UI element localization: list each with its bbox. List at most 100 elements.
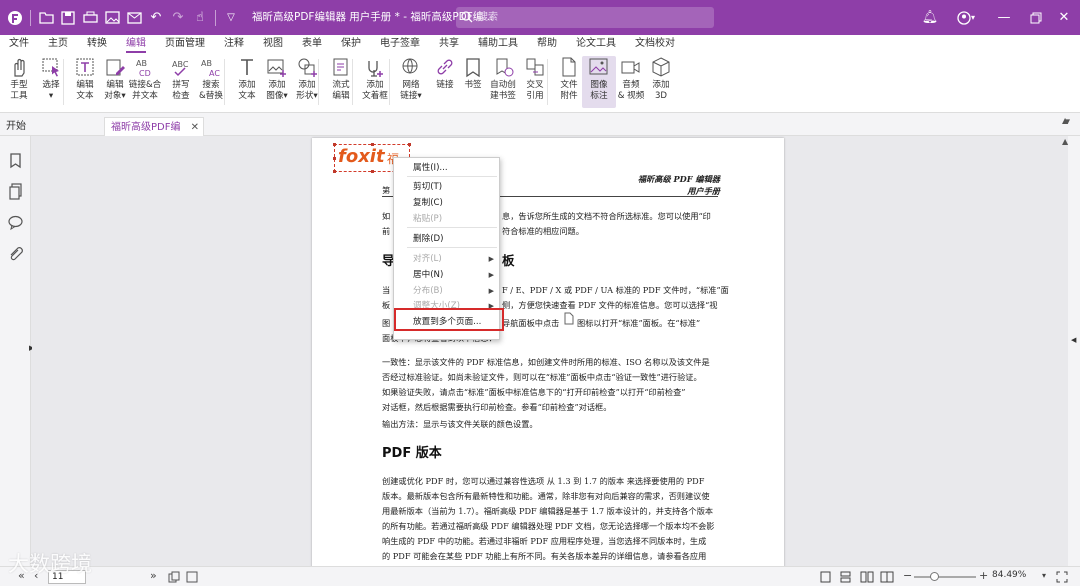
ribbon-button-7[interactable]: 添加 文本 [230, 56, 264, 108]
context-menu-item-4[interactable]: 删除(D) [394, 232, 499, 247]
ribbon-button-4[interactable]: AB CD 链接&合 并文本 [128, 56, 162, 108]
minimize-button[interactable]: — [990, 0, 1018, 35]
ribbon-button-2[interactable]: 编辑 文本 [68, 56, 102, 108]
ribbon-icon-18 [589, 58, 608, 75]
page-text-line: 响生成的 PDF 中的功能。若通过非福昕 PDF 应用程序处理，当您选择不同版本… [382, 536, 707, 546]
menu-14[interactable]: 文档校对 [635, 35, 675, 53]
continuous-view-icon[interactable] [840, 571, 851, 583]
menu-7[interactable]: 表单 [302, 35, 322, 53]
menu-5[interactable]: 注释 [224, 35, 244, 53]
copy-pages-icon[interactable] [168, 571, 180, 583]
page-text-line: 导航面板中点击 [502, 318, 560, 328]
bookmark-icon[interactable] [7, 152, 24, 169]
last-page-icon[interactable]: » [150, 569, 157, 582]
zoom-in-icon[interactable]: + [979, 569, 988, 582]
menu-9[interactable]: 电子签章 [380, 35, 420, 53]
menu-3[interactable]: 编辑 [126, 35, 146, 53]
page-text-line: 用最新版本（当前为 1.7）。福昕高级 PDF 编辑器是基于 1.7 版本设计的… [382, 506, 714, 516]
search-icon [461, 11, 473, 23]
redo-icon[interactable]: ↷ [167, 7, 189, 29]
right-panel-toggle[interactable]: ◀ [1068, 136, 1080, 566]
page-text-line: 第 [382, 185, 391, 195]
account-dropdown-icon[interactable]: ▾ [966, 0, 980, 35]
expand-right-panel-icon[interactable]: ◀ [1071, 336, 1076, 344]
foxit-logo-text: foxit [338, 146, 385, 167]
menu-10[interactable]: 共享 [439, 35, 459, 53]
zoom-out-icon[interactable]: − [903, 569, 912, 582]
page-header-title: 福昕高级 PDF 编辑器 [637, 174, 720, 184]
ribbon-button-15[interactable]: 自动创 建书签 [486, 56, 520, 108]
ribbon-label-10: 流式 编辑 [332, 80, 350, 101]
mail-icon[interactable] [123, 7, 145, 29]
page-mode-icon[interactable] [186, 571, 198, 583]
ribbon-button-17[interactable]: 文件 附件 [552, 56, 586, 108]
context-menu-item-5[interactable]: 对齐(L) ▶ [394, 252, 499, 267]
ribbon-button-19[interactable]: 音频 & 视频 [614, 56, 648, 108]
context-menu-item-2[interactable]: 复制(C) [394, 196, 499, 211]
tab-document[interactable]: 福昕高级PDF编辑... ✕ [104, 117, 204, 152]
ribbon-button-12[interactable]: 网络 链接▾ [394, 56, 428, 108]
document-canvas[interactable]: foxit 福 福昕高级 PDF 编辑器 用户手册 导 板 PDF 版本 第如前… [32, 136, 1068, 566]
ribbon-button-0[interactable]: 手型 工具 [2, 56, 36, 108]
context-menu-label: 对齐(L) [413, 254, 442, 264]
hand-tool-quick-icon[interactable]: ☝ [189, 7, 211, 29]
pdf-page[interactable]: foxit 福 福昕高级 PDF 编辑器 用户手册 导 板 PDF 版本 第如前… [312, 138, 784, 566]
page-text-line: 图标以打开“标准”面板。在“标准” [577, 318, 701, 328]
context-menu-item-1[interactable]: 剪切(T) [394, 180, 499, 195]
customize-dropdown-icon[interactable]: ▽ [220, 7, 242, 29]
ribbon-collapse-icon[interactable]: ▲ [1062, 116, 1068, 125]
ribbon-button-11[interactable]: 添加 文着框 [358, 56, 392, 108]
print-icon[interactable] [79, 7, 101, 29]
scroll-up-icon[interactable]: ▲ [1062, 137, 1068, 146]
context-menu-separator [407, 176, 497, 177]
single-page-view-icon[interactable] [820, 571, 831, 583]
image-icon[interactable] [101, 7, 123, 29]
zoom-slider[interactable] [914, 576, 976, 578]
bell-icon[interactable]: 🔔︎ [916, 0, 944, 35]
menu-0[interactable]: 文件 [9, 35, 29, 53]
ribbon-button-8[interactable]: 添加 图像▾ [260, 56, 294, 108]
continuous-facing-view-icon[interactable] [880, 571, 894, 583]
page-text-line: 符合标准的相应问题。 [502, 226, 584, 236]
close-button[interactable]: ✕ [1050, 0, 1078, 35]
menu-1[interactable]: 主页 [48, 35, 68, 53]
page-text-line: 侧，方便您快速查看 PDF 文件的标准信息。您可以选择“视 [502, 300, 718, 310]
ribbon-button-20[interactable]: 添加 3D [644, 56, 678, 108]
tab-home[interactable]: 开始 [0, 117, 100, 136]
zoom-slider-thumb[interactable] [930, 572, 939, 581]
ribbon-button-6[interactable]: AB AC 搜索 &替换 [194, 56, 228, 108]
zoom-dropdown-icon[interactable]: ▾ [1042, 571, 1046, 580]
menu-13[interactable]: 论文工具 [576, 35, 616, 53]
ribbon-button-3[interactable]: 编辑 对象▾ [98, 56, 132, 108]
menu-8[interactable]: 保护 [341, 35, 361, 53]
menu-12[interactable]: 帮助 [537, 35, 557, 53]
restore-button[interactable] [1022, 0, 1050, 35]
open-folder-icon[interactable] [35, 7, 57, 29]
menu-6[interactable]: 视图 [263, 35, 283, 53]
comments-icon[interactable] [7, 214, 24, 231]
menu-2[interactable]: 转换 [87, 35, 107, 53]
save-icon[interactable] [57, 7, 79, 29]
ribbon-button-5[interactable]: ABC 拼写 检查 [164, 56, 198, 108]
ribbon-label-8: 添加 图像▾ [266, 80, 288, 101]
context-menu-item-3[interactable]: 粘贴(P) [394, 212, 499, 227]
page-text-line: 输出方法：显示与该文件关联的颜色设置。 [382, 419, 538, 429]
close-tab-icon[interactable]: ✕ [191, 118, 199, 137]
ribbon-button-14[interactable]: 书签 [456, 56, 490, 108]
undo-icon[interactable]: ↶ [145, 7, 167, 29]
facing-view-icon[interactable] [860, 571, 874, 583]
context-menu-label: 复制(C) [413, 198, 443, 208]
foxit-app-icon[interactable] [4, 7, 26, 29]
context-menu-item-0[interactable]: 属性(I)... [394, 161, 499, 176]
pages-icon[interactable] [7, 183, 24, 200]
fullscreen-icon[interactable] [1056, 571, 1068, 583]
ribbon-separator [224, 59, 225, 105]
zoom-value[interactable]: 84.49% [992, 570, 1026, 580]
menu-4[interactable]: 页面管理 [165, 35, 205, 53]
context-menu-item-6[interactable]: 居中(N) ▶ [394, 268, 499, 283]
context-menu-item-7[interactable]: 分布(B) ▶ [394, 284, 499, 299]
attachment-icon[interactable] [7, 246, 24, 263]
ribbon-button-18[interactable]: 图像 标注 [582, 56, 616, 108]
menu-11[interactable]: 辅助工具 [478, 35, 518, 53]
search-input[interactable]: 搜索 [456, 7, 714, 28]
